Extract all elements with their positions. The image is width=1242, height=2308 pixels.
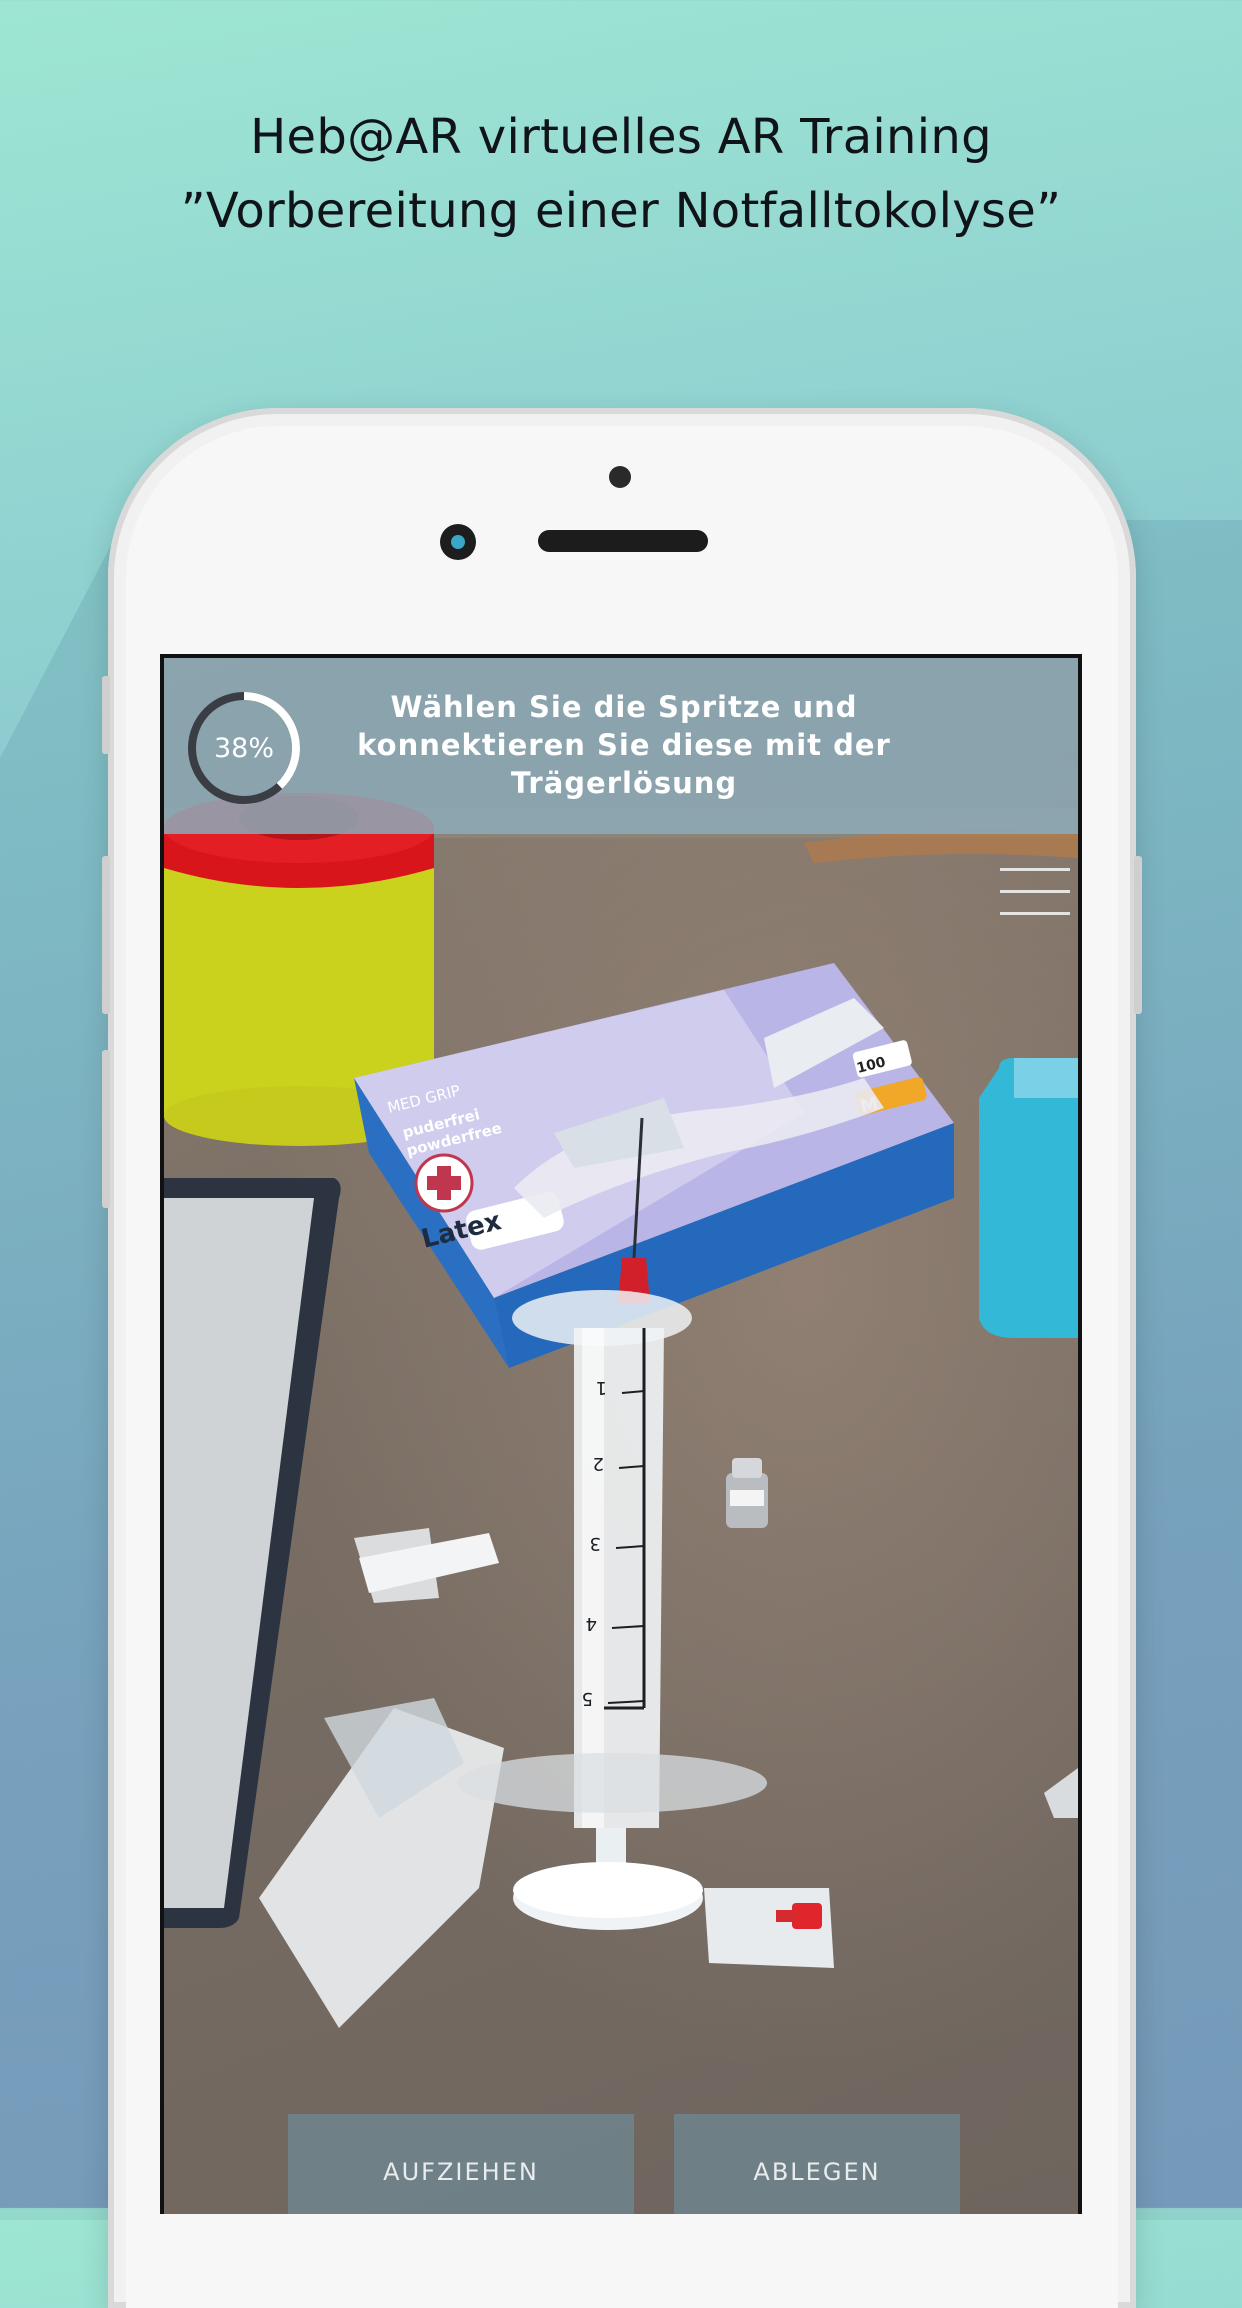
hamburger-menu-icon[interactable] bbox=[1000, 868, 1070, 918]
instruction-line-1: Wählen Sie die Spritze und bbox=[390, 690, 858, 724]
phone-side-button-4 bbox=[1134, 856, 1142, 1014]
promo-headline: Heb@AR virtuelles AR Training ”Vorbereit… bbox=[0, 100, 1242, 248]
object-edge-right bbox=[1044, 1768, 1078, 1818]
ar-screen: MED GRIP puderfrei powderfree Latex M 10… bbox=[160, 654, 1082, 2214]
aufziehen-button[interactable]: AUFZIEHEN bbox=[288, 2114, 634, 2214]
headline-line-1: Heb@AR virtuelles AR Training bbox=[250, 109, 992, 165]
ablegen-button[interactable]: ABLEGEN bbox=[674, 2114, 960, 2214]
ar-scene-objects: MED GRIP puderfrei powderfree Latex M 10… bbox=[164, 793, 1078, 2028]
scale-label-1: 1 bbox=[596, 1377, 607, 1398]
phone-side-button-2 bbox=[102, 856, 110, 1014]
proximity-sensor bbox=[609, 466, 631, 488]
front-camera-icon bbox=[440, 524, 476, 560]
headline-line-2: ”Vorbereitung einer Notfalltokolyse” bbox=[180, 183, 1062, 239]
disinfectant-bottle[interactable] bbox=[979, 1058, 1078, 1338]
scale-label-5: 5 bbox=[582, 1688, 593, 1709]
instrument-tray[interactable] bbox=[164, 1178, 341, 1928]
medication-vial[interactable] bbox=[726, 1458, 768, 1528]
instruction-text: Wählen Sie die Spritze und konnektieren … bbox=[324, 688, 924, 802]
scale-label-3: 3 bbox=[590, 1533, 601, 1554]
scale-label-4: 4 bbox=[586, 1613, 597, 1634]
earpiece-speaker bbox=[538, 530, 708, 552]
ar-scene[interactable]: MED GRIP puderfrei powderfree Latex M 10… bbox=[164, 658, 1078, 2214]
instruction-line-2: konnektieren Sie diese mit der bbox=[357, 728, 891, 762]
phone-side-button-1 bbox=[102, 676, 110, 754]
progress-label: 38% bbox=[213, 732, 274, 764]
instruction-line-3: Trägerlösung bbox=[510, 766, 738, 800]
scale-label-2: 2 bbox=[593, 1453, 604, 1474]
phone-side-button-3 bbox=[102, 1050, 110, 1208]
